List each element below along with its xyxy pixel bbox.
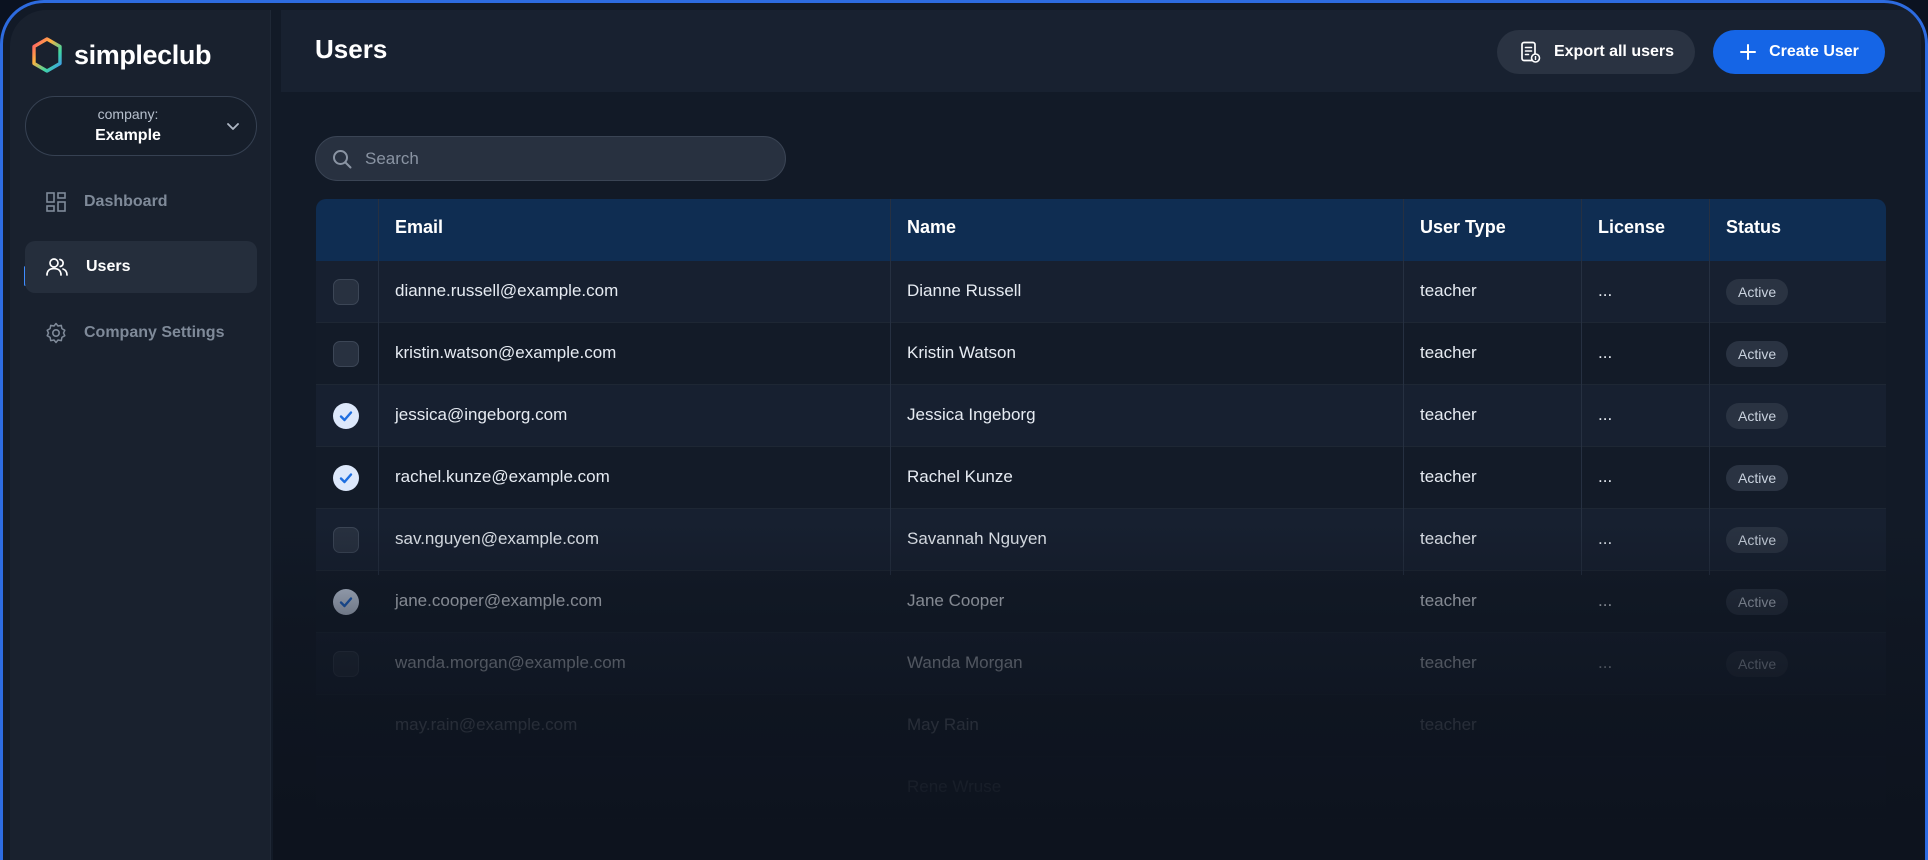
cell-user-type: teacher — [1420, 529, 1477, 548]
table-row[interactable]: may.rain@example.com May Rain teacher — [316, 695, 1886, 757]
column-divider — [1709, 199, 1710, 575]
cell-email[interactable]: jessica@ingeborg.com — [395, 405, 567, 425]
export-button-label: Export all users — [1553, 43, 1675, 60]
top-bar: Users Export all users Create User — [281, 10, 1921, 92]
status-badge: Active — [1726, 279, 1789, 305]
cell-name: Wanda Morgan — [907, 653, 1023, 672]
row-checkbox[interactable] — [333, 279, 359, 305]
table-row[interactable]: Rene Wruse — [316, 757, 1886, 819]
cell-license: ... — [1598, 343, 1613, 362]
search-input[interactable] — [365, 148, 765, 169]
status-badge: Active — [1726, 651, 1789, 677]
export-all-users-button[interactable]: Export all users — [1497, 30, 1695, 74]
column-header-name[interactable]: Name — [907, 217, 956, 238]
cell-name: Jane Cooper — [907, 591, 1005, 610]
sidebar-item-label: Company Settings — [84, 324, 225, 341]
search-icon — [333, 149, 352, 168]
cell-email[interactable]: sav.nguyen@example.com — [395, 529, 599, 549]
cell-user-type: teacher — [1420, 343, 1477, 362]
cell-license: ... — [1598, 653, 1613, 672]
gear-icon — [46, 322, 66, 344]
cell-email[interactable]: kristin.watson@example.com — [395, 343, 616, 363]
status-badge: Active — [1726, 341, 1789, 367]
column-divider — [378, 199, 379, 575]
status-badge: Active — [1726, 527, 1789, 553]
checkmark-icon — [339, 411, 353, 422]
table-row[interactable]: kristin.watson@example.com Kristin Watson… — [316, 323, 1886, 385]
table-row[interactable]: rachel.kunze@example.com Rachel Kunze teac… — [316, 447, 1886, 509]
create-user-button[interactable]: Create User — [1713, 30, 1885, 74]
table-row[interactable]: dianne.russell@example.com Dianne Russell… — [316, 261, 1886, 323]
company-value: Example — [95, 127, 161, 144]
table-row[interactable]: sav.nguyen@example.com Savannah Nguyen tea… — [316, 509, 1886, 571]
sidebar: simpleclub company: Example Dashboard Us… — [10, 10, 271, 860]
table-row[interactable]: wanda.morgan@example.com Wanda Morgan teac… — [316, 633, 1886, 695]
column-divider — [1403, 199, 1404, 575]
cell-email[interactable]: wanda.morgan@example.com — [395, 653, 626, 673]
chevron-down-icon — [227, 123, 239, 130]
cell-name: May Rain — [907, 715, 979, 734]
users-table: Email Name User Type License Status dian… — [316, 199, 1886, 860]
sidebar-item-label: Dashboard — [84, 193, 168, 210]
cell-license: ... — [1598, 529, 1613, 548]
cell-user-type: teacher — [1420, 467, 1477, 486]
cell-email[interactable]: dianne.russell@example.com — [395, 281, 618, 301]
cell-user-type: teacher — [1420, 281, 1477, 300]
table-header: Email Name User Type License Status — [316, 199, 1886, 261]
cell-license: ... — [1598, 467, 1613, 486]
status-badge: Active — [1726, 465, 1789, 491]
cell-user-type: teacher — [1420, 591, 1477, 610]
column-divider — [1581, 199, 1582, 575]
column-divider — [890, 199, 891, 575]
sidebar-item-dashboard[interactable]: Dashboard — [25, 176, 257, 228]
create-button-label: Create User — [1769, 43, 1859, 60]
cell-name: Rachel Kunze — [907, 467, 1013, 486]
logo[interactable]: simpleclub — [30, 36, 211, 74]
table-row[interactable]: jessica@ingeborg.com Jessica Ingeborg teac… — [316, 385, 1886, 447]
status-badge: Active — [1726, 589, 1789, 615]
row-checkbox-checked[interactable] — [333, 589, 359, 615]
export-document-icon — [1521, 41, 1541, 63]
cell-user-type: teacher — [1420, 715, 1477, 734]
users-icon — [46, 258, 68, 276]
column-header-license[interactable]: License — [1598, 217, 1665, 238]
plus-icon — [1740, 44, 1757, 60]
table-row[interactable]: jane.cooper@example.com Jane Cooper teache… — [316, 571, 1886, 633]
cell-user-type: teacher — [1420, 653, 1477, 672]
sidebar-item-company-settings[interactable]: Company Settings — [25, 307, 257, 359]
row-checkbox-checked[interactable] — [333, 465, 359, 491]
cell-license: ... — [1598, 591, 1613, 610]
checkmark-icon — [339, 473, 353, 484]
cell-license: ... — [1598, 281, 1613, 300]
cell-name: Jessica Ingeborg — [907, 405, 1036, 424]
company-selector[interactable]: company: Example — [25, 96, 257, 156]
row-checkbox[interactable] — [333, 527, 359, 553]
simpleclub-logo-icon — [32, 37, 62, 73]
row-checkbox[interactable] — [333, 651, 359, 677]
cell-license: ... — [1598, 405, 1613, 424]
column-header-email[interactable]: Email — [395, 217, 443, 238]
cell-name: Kristin Watson — [907, 343, 1016, 362]
cell-email[interactable]: may.rain@example.com — [395, 715, 577, 735]
row-checkbox[interactable] — [333, 341, 359, 367]
row-checkbox-checked[interactable] — [333, 403, 359, 429]
column-header-user-type[interactable]: User Type — [1420, 217, 1506, 238]
grid-icon — [46, 192, 66, 212]
status-badge: Active — [1726, 403, 1789, 429]
app-window: simpleclub company: Example Dashboard Us… — [0, 0, 1928, 860]
search-bar[interactable] — [315, 136, 786, 181]
cell-user-type: teacher — [1420, 405, 1477, 424]
checkmark-icon — [339, 597, 353, 608]
sidebar-item-users[interactable]: Users — [25, 241, 257, 293]
cell-email[interactable]: rachel.kunze@example.com — [395, 467, 610, 487]
company-label: company: — [97, 106, 159, 122]
cell-name: Rene Wruse — [907, 777, 1002, 796]
page-title: Users — [315, 34, 388, 64]
sidebar-item-label: Users — [86, 258, 131, 275]
cell-name: Savannah Nguyen — [907, 529, 1047, 548]
cell-email[interactable]: jane.cooper@example.com — [395, 591, 602, 611]
column-header-status[interactable]: Status — [1726, 217, 1781, 238]
cell-name: Dianne Russell — [907, 281, 1022, 300]
brand-name: simpleclub — [74, 39, 212, 70]
